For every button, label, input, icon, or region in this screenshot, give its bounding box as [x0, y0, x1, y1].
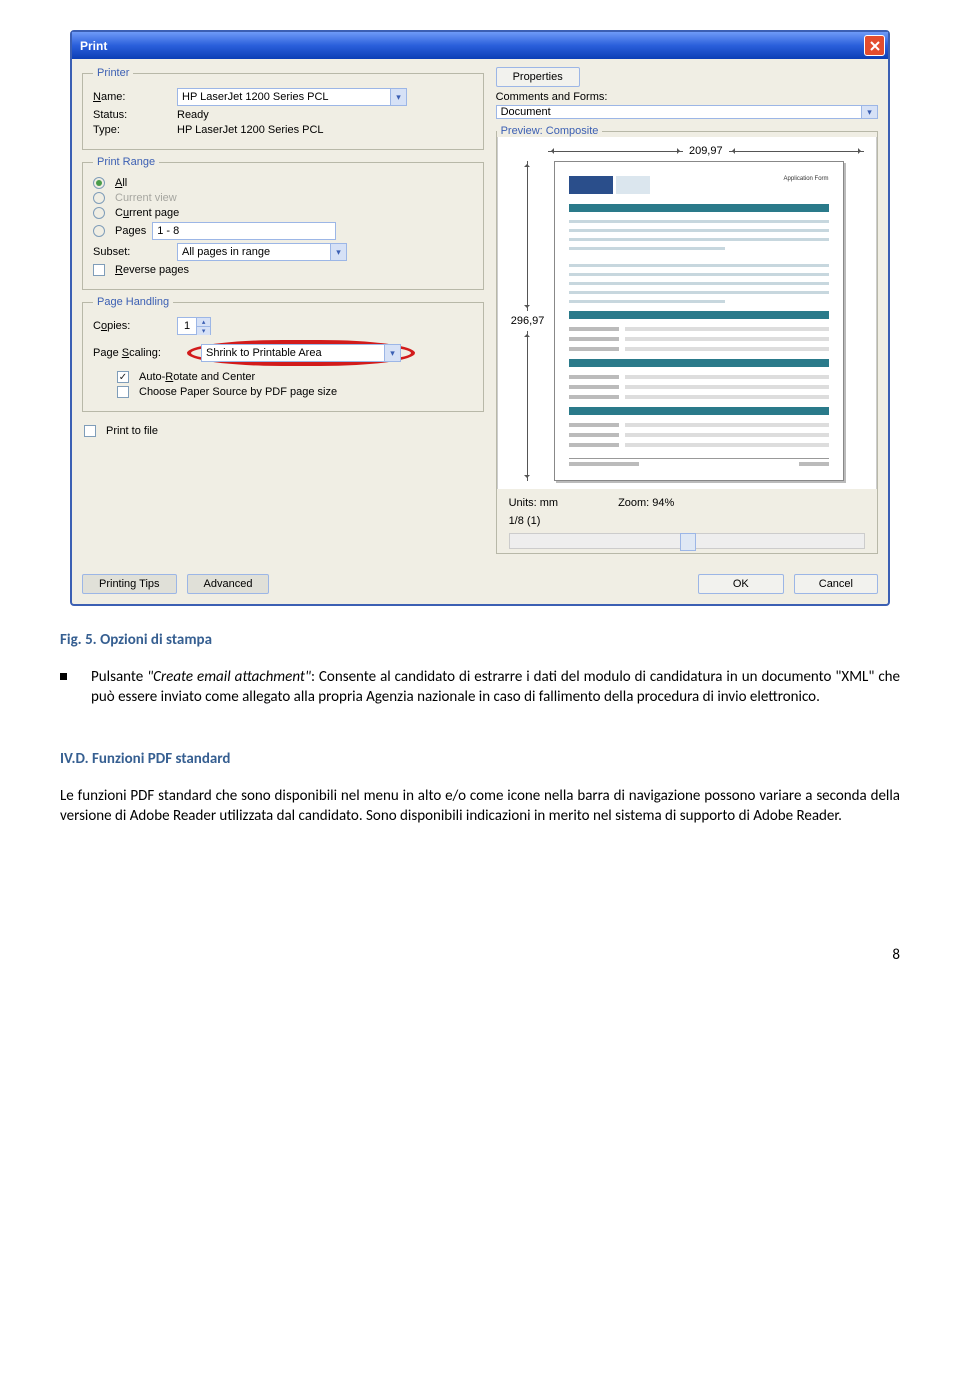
radio-current-page[interactable]	[93, 207, 105, 219]
page-scaling-select[interactable]: Shrink to Printable Area ▾	[201, 344, 401, 362]
auto-rotate-check[interactable]	[117, 371, 129, 383]
bullet-item: Pulsante "Create email attachment": Cons…	[60, 667, 900, 708]
page-preview: Application Form	[554, 161, 844, 481]
copies-spinner[interactable]: 1 ▴▾	[177, 317, 211, 335]
preview-slider[interactable]	[509, 533, 865, 549]
chevron-down-icon: ▾	[390, 89, 406, 105]
chevron-down-icon: ▾	[861, 106, 877, 118]
print-dialog: Print Printer Name: HP LaserJet 1200 Ser…	[70, 30, 890, 606]
comments-label: Comments and Forms:	[496, 91, 878, 103]
current-page-label: Current page	[115, 207, 179, 219]
auto-rotate-label: Auto-Rotate and Center	[139, 371, 255, 383]
print-to-file-check[interactable]	[84, 425, 96, 437]
dialog-title: Print	[80, 39, 107, 53]
preview-group: Preview: Composite 209,97 296,97	[496, 125, 878, 554]
subset-select[interactable]: All pages in range ▾	[177, 243, 347, 261]
chevron-down-icon: ▾	[330, 244, 346, 260]
choose-paper-check[interactable]	[117, 386, 129, 398]
reverse-pages-label: Reverse pages	[115, 264, 189, 276]
page-counter: 1/8 (1)	[497, 511, 877, 527]
comments-select[interactable]: Document ▾	[496, 105, 878, 119]
radio-pages[interactable]	[93, 225, 105, 237]
chevron-down-icon: ▾	[197, 327, 210, 335]
radio-all[interactable]	[93, 177, 105, 189]
reverse-pages-check[interactable]	[93, 264, 105, 276]
printer-group: Printer Name: HP LaserJet 1200 Series PC…	[82, 67, 484, 150]
properties-button[interactable]: Properties	[496, 67, 580, 87]
chevron-up-icon: ▴	[197, 318, 210, 327]
page-scaling-label: Page Scaling:	[93, 347, 181, 359]
advanced-button[interactable]: Advanced	[187, 574, 270, 594]
square-bullet-icon	[60, 673, 67, 680]
section-body: Le funzioni PDF standard che sono dispon…	[60, 786, 900, 827]
copies-label: Copies:	[93, 320, 171, 332]
all-label: All	[115, 177, 127, 189]
dialog-titlebar: Print	[72, 32, 888, 59]
close-icon[interactable]	[864, 35, 885, 56]
preview-height: 296,97	[511, 315, 545, 327]
name-label: Name:	[93, 91, 171, 103]
page-number: 8	[60, 946, 900, 964]
print-range-group: Print Range All Current view Current pag…	[82, 156, 484, 290]
figure-caption: Fig. 5. Opzioni di stampa	[60, 631, 900, 649]
ok-button[interactable]: OK	[698, 574, 784, 594]
cancel-button[interactable]: Cancel	[794, 574, 878, 594]
printing-tips-button[interactable]: Printing Tips	[82, 574, 177, 594]
printer-select[interactable]: HP LaserJet 1200 Series PCL ▾	[177, 88, 407, 106]
type-value: HP LaserJet 1200 Series PCL	[177, 124, 324, 136]
status-value: Ready	[177, 109, 209, 121]
zoom-label: Zoom: 94%	[618, 497, 674, 509]
chevron-down-icon: ▾	[384, 345, 400, 361]
type-label: Type:	[93, 124, 171, 136]
radio-current-view	[93, 192, 105, 204]
preview-width: 209,97	[689, 145, 723, 157]
units-label: Units: mm	[509, 497, 559, 509]
status-label: Status:	[93, 109, 171, 121]
pages-input[interactable]: 1 - 8	[152, 222, 336, 240]
section-heading: IV.D. Funzioni PDF standard	[60, 750, 900, 768]
page-handling-group: Page Handling Copies: 1 ▴▾ Page Scaling:…	[82, 296, 484, 412]
page-scaling-highlight: Shrink to Printable Area ▾	[187, 340, 415, 366]
